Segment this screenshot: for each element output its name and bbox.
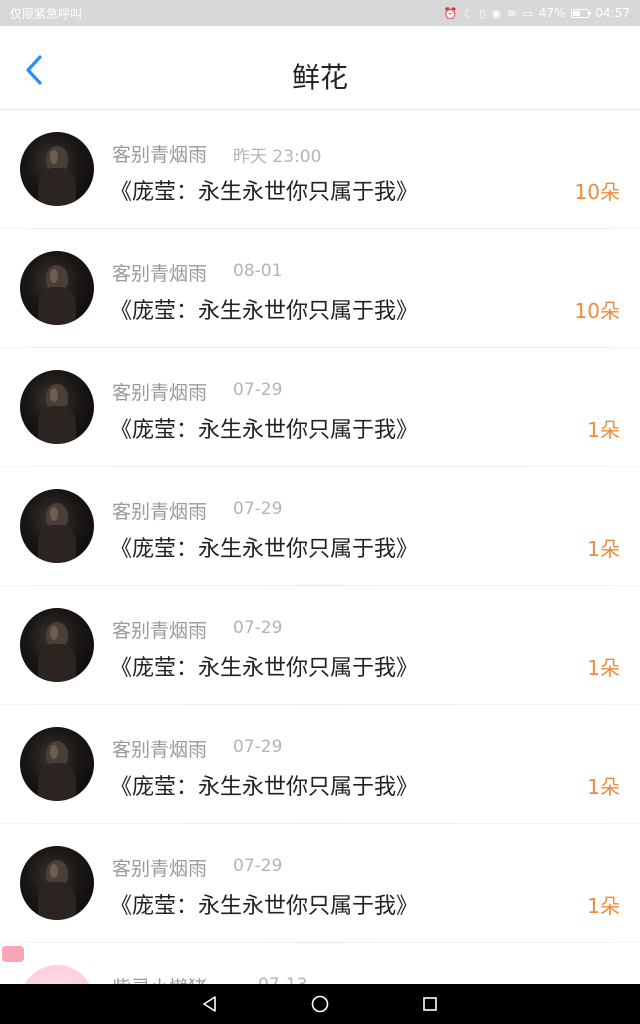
system-nav-bar — [0, 984, 640, 1024]
battery-percent: 47% — [538, 6, 566, 20]
vibrate-icon: ▯ — [479, 6, 486, 20]
avatar[interactable] — [20, 370, 94, 444]
sim-icon: ▭ — [522, 6, 533, 20]
book-title[interactable]: 《庞莹：永生永世你只属于我》 — [110, 650, 418, 682]
avatar[interactable] — [20, 251, 94, 325]
do-not-disturb-icon: ☾ — [463, 6, 474, 20]
clock: 04:57 — [595, 6, 630, 20]
nav-header: 鲜花 — [0, 26, 640, 110]
square-recents-icon — [423, 997, 437, 1011]
book-title[interactable]: 《庞莹：永生永世你只属于我》 — [110, 531, 418, 563]
avatar[interactable] — [20, 846, 94, 920]
timestamp: 08-01 — [233, 261, 283, 281]
sender-name[interactable]: 客别青烟雨 — [112, 735, 207, 762]
list-item[interactable]: 客别青烟雨 07-29 《庞莹：永生永世你只属于我》 1朵 — [0, 705, 640, 824]
system-recents-button[interactable] — [375, 984, 485, 1024]
avatar[interactable] — [20, 727, 94, 801]
avatar[interactable] — [20, 132, 94, 206]
book-title[interactable]: 《庞莹：永生永世你只属于我》 — [110, 888, 418, 920]
triangle-back-icon — [203, 996, 216, 1012]
sender-name[interactable]: 客别青烟雨 — [112, 854, 207, 881]
alarm-icon: ⏰ — [443, 6, 458, 20]
timestamp: 07-29 — [233, 737, 283, 757]
book-title[interactable]: 《庞莹：永生永世你只属于我》 — [110, 769, 418, 801]
sender-name[interactable]: 客别青烟雨 — [112, 140, 207, 167]
timestamp: 昨天 23:00 — [233, 147, 322, 167]
flower-count: 1朵 — [587, 775, 620, 799]
status-bar: 仅限紧急呼叫 ⏰ ☾ ▯ ◉ ≋ ▭ 47% 04:57 — [0, 0, 640, 26]
battery-icon — [571, 8, 592, 18]
carrier-text: 仅限紧急呼叫 — [10, 6, 83, 21]
flower-count: 10朵 — [574, 299, 620, 323]
status-icons: ⏰ ☾ ▯ ◉ ≋ ▭ 47% 04:57 — [444, 6, 630, 20]
list-item[interactable]: 客别青烟雨 07-29 《庞莹：永生永世你只属于我》 1朵 — [0, 586, 640, 705]
flower-count: 1朵 — [587, 418, 620, 442]
timestamp: 07-29 — [233, 856, 283, 876]
list-item[interactable]: 客别青烟雨 07-29 《庞莹：永生永世你只属于我》 1朵 — [0, 467, 640, 586]
flower-list: 客别青烟雨 昨天 23:00 《庞莹：永生永世你只属于我》 10朵 客别青烟雨 08-01… — [0, 110, 640, 1024]
sender-name[interactable]: 客别青烟雨 — [112, 378, 207, 405]
book-title[interactable]: 《庞莹：永生永世你只属于我》 — [110, 174, 418, 206]
circle-home-icon — [311, 995, 329, 1013]
avatar[interactable] — [20, 489, 94, 563]
pig-emoji-icon — [2, 945, 24, 962]
eye-icon: ◉ — [491, 6, 502, 20]
sender-name[interactable]: 客别青烟雨 — [112, 259, 207, 286]
flower-count: 1朵 — [587, 537, 620, 561]
system-home-button[interactable] — [265, 984, 375, 1024]
list-item[interactable]: 客别青烟雨 昨天 23:00 《庞莹：永生永世你只属于我》 10朵 — [0, 110, 640, 229]
system-back-button[interactable] — [155, 984, 265, 1024]
sender-name[interactable]: 客别青烟雨 — [112, 616, 207, 643]
timestamp: 07-29 — [233, 618, 283, 638]
list-item[interactable]: 客别青烟雨 07-29 《庞莹：永生永世你只属于我》 1朵 — [0, 824, 640, 943]
list-item[interactable]: 客别青烟雨 07-29 《庞莹：永生永世你只属于我》 1朵 — [0, 348, 640, 467]
flower-count: 1朵 — [587, 656, 620, 680]
list-item[interactable]: 客别青烟雨 08-01 《庞莹：永生永世你只属于我》 10朵 — [0, 229, 640, 348]
sender-name[interactable]: 客别青烟雨 — [112, 497, 207, 524]
book-title[interactable]: 《庞莹：永生永世你只属于我》 — [110, 412, 418, 444]
book-title[interactable]: 《庞莹：永生永世你只属于我》 — [110, 293, 418, 325]
page-title: 鲜花 — [291, 61, 348, 94]
avatar[interactable] — [20, 608, 94, 682]
wifi-icon: ≋ — [507, 6, 517, 20]
timestamp: 07-29 — [233, 499, 283, 519]
timestamp: 07-29 — [233, 380, 283, 400]
flower-count: 1朵 — [587, 894, 620, 918]
flower-count: 10朵 — [574, 180, 620, 204]
